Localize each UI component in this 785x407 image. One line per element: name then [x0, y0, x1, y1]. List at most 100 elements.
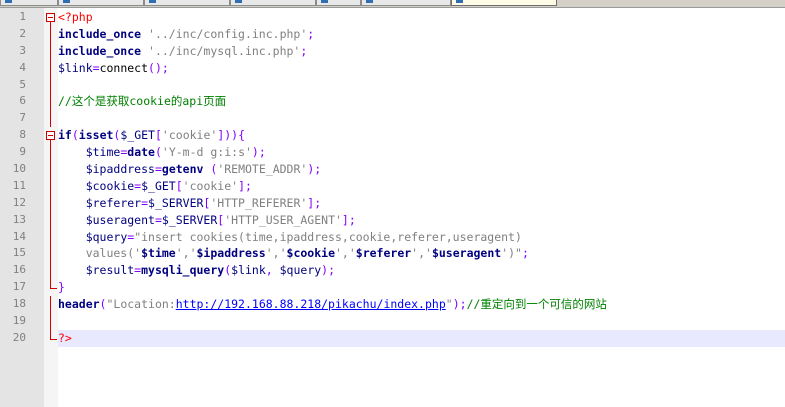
document-tab-active[interactable] — [451, 0, 557, 6]
code-token: ])){ — [217, 128, 246, 143]
code-token: isset — [78, 128, 114, 143]
code-token: = — [92, 60, 100, 75]
line-number: 8 — [19, 128, 26, 142]
line-number: 18 — [12, 297, 26, 311]
fold-guide — [44, 110, 58, 128]
code-text[interactable]: $result=mysqli_query($link, $query); — [58, 262, 785, 279]
code-text[interactable]: $link=connect(); — [58, 60, 785, 77]
document-tab[interactable] — [0, 0, 58, 6]
code-token: getenv — [161, 162, 204, 177]
code-token: "Location: — [106, 297, 176, 312]
code-token: header — [58, 297, 100, 312]
code-line[interactable]: 3 include_once '../inc/mysql.inc.php'; — [0, 42, 785, 60]
code-line[interactable]: 4 $link=connect(); — [0, 59, 785, 77]
code-line[interactable]: 6 //这个是获取cookie的api页面 — [0, 93, 785, 111]
code-line[interactable]: 2 include_once '../inc/config.inc.php'; — [0, 25, 785, 43]
fold-guide — [44, 262, 58, 280]
code-line[interactable]: 1 <?php — [0, 9, 785, 26]
document-tab[interactable] — [230, 0, 316, 6]
code-token: ',' — [411, 246, 432, 261]
code-text[interactable] — [58, 110, 785, 127]
code-token: $cookie — [85, 178, 135, 193]
code-token: //重定向到一个可信的网站 — [466, 297, 607, 312]
code-line[interactable]: 12 $referer=$_SERVER['HTTP_REFERER']; — [0, 194, 785, 212]
fold-guide — [44, 245, 58, 263]
code-text[interactable]: } — [58, 279, 785, 296]
line-number: 14 — [12, 229, 26, 243]
line-number: 7 — [19, 111, 26, 125]
code-text[interactable]: ?> — [58, 329, 785, 347]
code-line[interactable]: 8 if(isset($_GET['cookie'])){ — [0, 127, 785, 145]
code-line[interactable]: 14 $query="insert cookies(time,ipaddress… — [0, 228, 785, 246]
minus-box-icon[interactable] — [46, 13, 55, 22]
line-number: 16 — [12, 263, 26, 277]
code-token: [ — [154, 128, 162, 143]
code-text[interactable] — [58, 313, 785, 330]
code-line[interactable]: 10 $ipaddress=getenv ('REMOTE_ADDR'); — [0, 161, 785, 178]
code-line[interactable]: 9 $time=date('Y-m-d g:i:s'); — [0, 144, 785, 162]
code-text[interactable]: values('$time','$ipaddress','$cookie','$… — [58, 245, 785, 262]
code-token: ); — [452, 297, 467, 312]
document-tab[interactable] — [361, 0, 451, 6]
code-line[interactable]: 15 values('$time','$ipaddress','$cookie'… — [0, 245, 785, 263]
code-token: ); — [251, 145, 266, 160]
code-text[interactable]: //这个是获取cookie的api页面 — [58, 93, 785, 110]
code-token: $result — [85, 263, 135, 278]
code-token: $referer — [85, 195, 142, 210]
fold-end-marker — [44, 329, 58, 347]
document-tab[interactable] — [316, 0, 361, 6]
line-number: 17 — [12, 280, 26, 294]
code-line[interactable]: 19 — [0, 313, 785, 330]
code-line[interactable]: 18 header("Location:http://192.168.88.218… — [0, 296, 785, 314]
code-token: = — [154, 162, 162, 177]
code-token: = — [154, 212, 162, 227]
code-text[interactable]: include_once '../inc/mysql.inc.php'; — [58, 43, 785, 60]
code-text[interactable]: header("Location:http://192.168.88.218/p… — [58, 296, 785, 313]
code-text[interactable]: $useragent=$_SERVER['HTTP_USER_AGENT']; — [58, 212, 785, 229]
code-line[interactable]: 11 $cookie=$_GET['cookie']; — [0, 177, 785, 195]
code-token: //这个是获取cookie的api页面 — [58, 94, 227, 109]
document-tab[interactable] — [144, 0, 230, 6]
fold-guide — [44, 194, 58, 212]
file-icon — [149, 0, 156, 3]
fold-toggle-icon[interactable] — [44, 127, 58, 145]
code-line[interactable]: 17} — [0, 279, 785, 296]
code-line[interactable]: 13 $useragent=$_SERVER['HTTP_USER_AGENT'… — [0, 211, 785, 229]
fold-guide-line — [50, 42, 51, 60]
line-number: 2 — [19, 26, 26, 40]
line-number: 19 — [12, 314, 26, 328]
code-token: $query — [279, 263, 322, 278]
code-text[interactable]: <?php — [58, 9, 785, 26]
code-token: mysqli_query — [141, 263, 225, 278]
code-text[interactable]: $referer=$_SERVER['HTTP_REFERER']; — [58, 195, 785, 212]
code-line[interactable]: 20 ?> — [0, 329, 785, 347]
fold-guide-line — [50, 110, 51, 128]
line-number: 20 — [12, 330, 26, 344]
code-text[interactable] — [58, 77, 785, 94]
code-token: connect — [99, 60, 149, 75]
minus-box-icon[interactable] — [46, 131, 55, 141]
code-text[interactable]: if(isset($_GET['cookie'])){ — [58, 127, 785, 144]
code-token: http://192.168.88.218/pikachu/index.php — [175, 297, 446, 312]
code-token: ')" — [501, 246, 522, 261]
code-token: $referer — [355, 246, 412, 261]
fold-guide-line — [50, 313, 51, 330]
code-line[interactable]: 7 — [0, 110, 785, 128]
code-token: $useragent — [85, 212, 155, 227]
fold-toggle-icon[interactable] — [44, 9, 58, 26]
code-text[interactable]: $query="insert cookies(time,ipaddress,co… — [58, 229, 785, 246]
document-tab[interactable] — [58, 0, 144, 6]
fold-guide-line — [50, 211, 51, 229]
code-text[interactable]: $time=date('Y-m-d g:i:s'); — [58, 144, 785, 161]
code-line[interactable]: 16 $result=mysqli_query($link, $query); — [0, 262, 785, 280]
line-number: 5 — [19, 77, 26, 91]
code-text[interactable]: $cookie=$_GET['cookie']; — [58, 178, 785, 195]
code-token: ( — [71, 128, 79, 143]
code-text[interactable]: $ipaddress=getenv ('REMOTE_ADDR'); — [58, 161, 785, 178]
file-icon — [63, 0, 70, 3]
code-line[interactable]: 5 — [0, 76, 785, 94]
code-text[interactable]: include_once '../inc/config.inc.php'; — [58, 26, 785, 43]
